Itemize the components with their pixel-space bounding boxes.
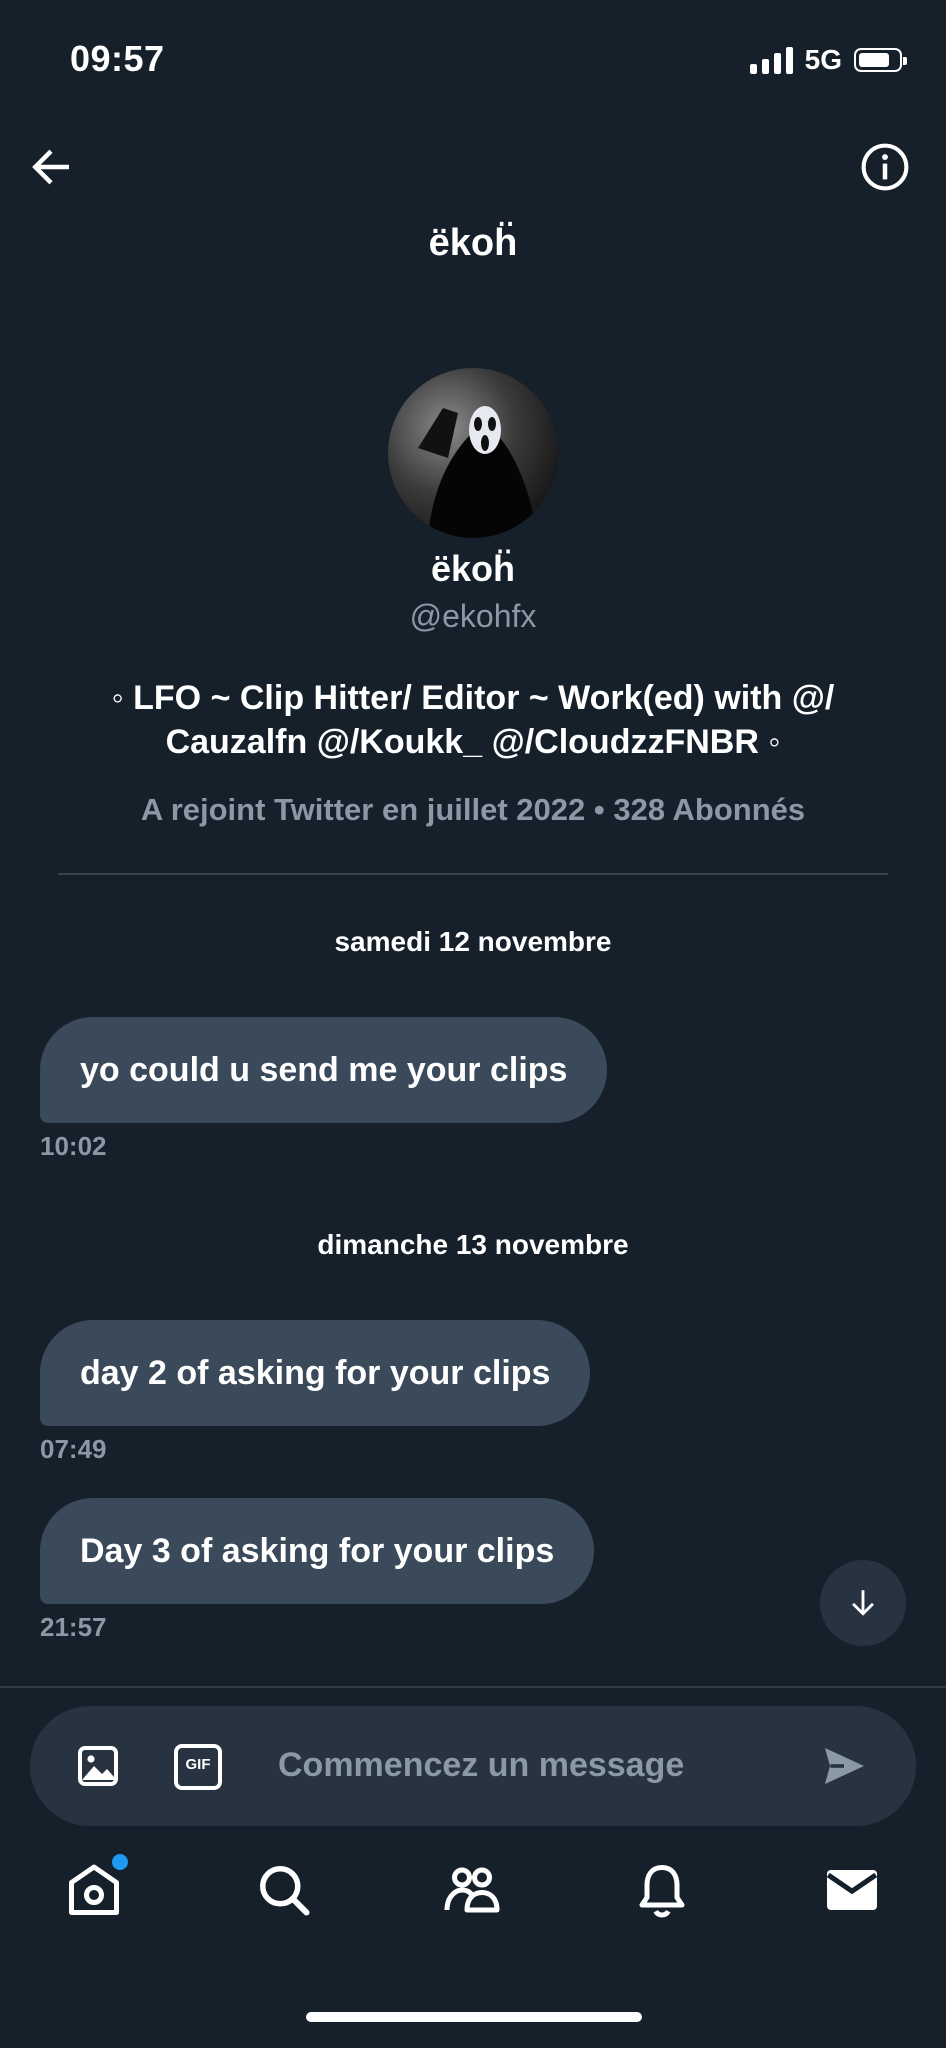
send-icon: [825, 1748, 864, 1784]
add-media-button[interactable]: [74, 1742, 122, 1790]
bell-icon: [639, 1865, 685, 1918]
tab-messages[interactable]: [822, 1860, 882, 1920]
message-bubble[interactable]: day 2 of asking for your clips: [40, 1320, 591, 1426]
message-time: 21:57: [40, 1612, 107, 1642]
profile-meta: A rejoint Twitter en juillet 2022 • 328 …: [140, 792, 806, 827]
add-gif-button[interactable]: GIF: [174, 1744, 222, 1790]
signal-icon: [749, 46, 793, 74]
message-time: 10:02: [40, 1131, 107, 1161]
back-arrow-icon: [32, 149, 69, 185]
message-input[interactable]: Commencez un message: [278, 1746, 684, 1785]
home-icon: [69, 1864, 119, 1915]
mail-icon: [826, 1870, 878, 1910]
send-button[interactable]: [820, 1742, 868, 1790]
network-label: 5G: [804, 44, 842, 75]
home-indicator: [306, 2012, 642, 2022]
message-bubble[interactable]: yo could u send me your clips: [40, 1017, 608, 1123]
divider: [0, 1686, 946, 1688]
date-separator: dimanche 13 novembre: [317, 1229, 629, 1260]
gif-label: GIF: [185, 1756, 211, 1773]
image-icon: [78, 1746, 118, 1786]
message-bubble[interactable]: Day 3 of asking for your clips: [40, 1498, 595, 1604]
tab-home[interactable]: [64, 1854, 128, 1920]
arrow-down-icon: [852, 1590, 874, 1616]
profile-bio-line: Cauzalfn @/Koukk_ @/CloudzzFNBR ◦: [165, 723, 781, 761]
search-icon: [260, 1866, 310, 1916]
tab-communities[interactable]: [442, 1860, 502, 1920]
scroll-to-bottom-button[interactable]: [820, 1560, 906, 1646]
back-button[interactable]: [24, 140, 78, 194]
profile-bio: ◦ LFO ~ Clip Hitter/ Editor ~ Work(ed) w…: [70, 676, 876, 764]
tab-search[interactable]: [254, 1860, 314, 1920]
avatar-image: [388, 368, 558, 538]
info-button[interactable]: [858, 140, 912, 194]
bottom-tab-bar: [0, 1854, 946, 1950]
avatar[interactable]: [388, 368, 558, 538]
status-icons: 5G: [749, 44, 907, 76]
message-composer[interactable]: GIF Commencez un message: [30, 1706, 916, 1826]
profile-bio-line: ◦ LFO ~ Clip Hitter/ Editor ~ Work(ed) w…: [111, 679, 835, 717]
tab-notifications[interactable]: [632, 1860, 692, 1920]
profile-name: ëkoḧ: [430, 548, 516, 589]
divider: [58, 873, 888, 875]
profile-handle: @ekohfx: [409, 598, 537, 634]
notification-dot: [112, 1854, 128, 1870]
battery-icon: [854, 48, 907, 72]
conversation-title: ëkoḧ: [428, 222, 518, 264]
message-time: 07:49: [40, 1434, 107, 1464]
communities-icon: [444, 1867, 500, 1913]
info-icon: [861, 143, 909, 191]
date-separator: samedi 12 novembre: [334, 926, 612, 957]
status-time: 09:57: [70, 38, 165, 79]
